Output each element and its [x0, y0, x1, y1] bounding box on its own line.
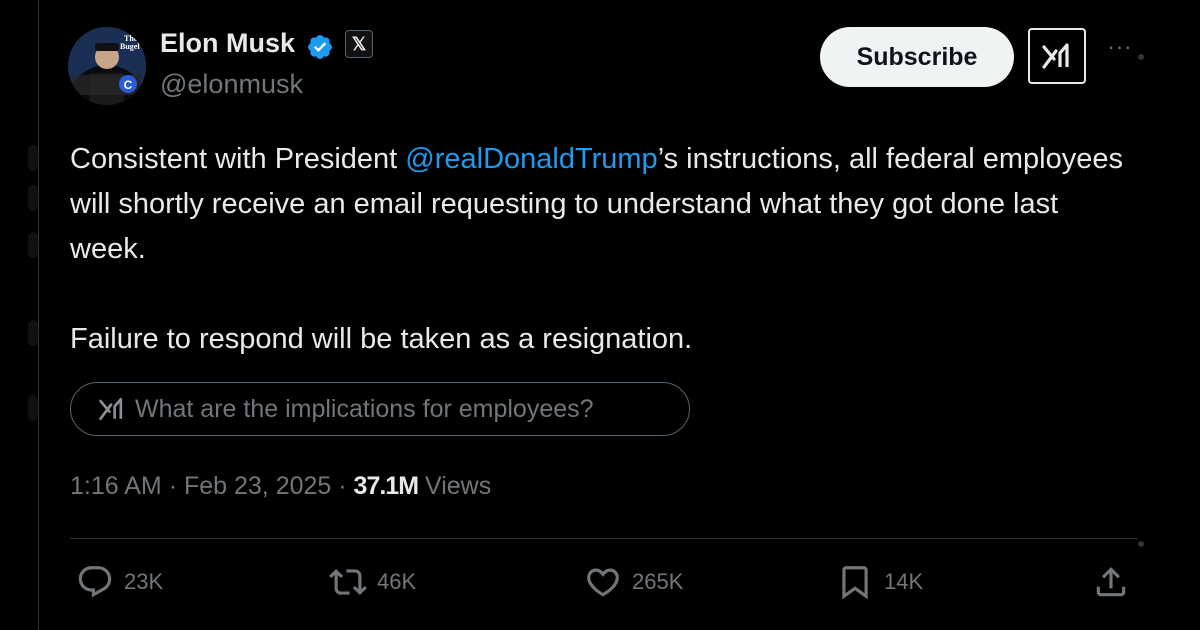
- like-button[interactable]: 265K: [584, 563, 683, 601]
- divider: [70, 538, 1138, 539]
- like-count: 265K: [632, 569, 684, 594]
- reply-icon: [78, 566, 112, 598]
- mention-link[interactable]: @realDonaldTrump: [405, 143, 657, 175]
- tweet-date[interactable]: Feb 23, 2025: [184, 472, 331, 500]
- reply-count: 23K: [124, 569, 164, 594]
- subscribe-button[interactable]: Subscribe: [820, 27, 1014, 87]
- svg-text:C: C: [124, 78, 133, 92]
- right-sidebar-edge: [1136, 0, 1200, 630]
- grok-question-chip[interactable]: What are the implications for employees?: [70, 382, 690, 436]
- sidebar-fragment: [1138, 541, 1144, 547]
- repost-icon: [329, 569, 367, 595]
- more-icon[interactable]: ···: [1104, 34, 1136, 59]
- sidebar-fragment: [1138, 54, 1144, 60]
- like-icon: [587, 568, 619, 597]
- left-sidebar-edge: [0, 0, 39, 630]
- sidebar-fragment: [28, 320, 38, 346]
- repost-button[interactable]: 46K: [329, 563, 416, 601]
- sidebar-fragment: [28, 395, 38, 421]
- avatar[interactable]: C The Bugel: [68, 27, 146, 105]
- avatar-image: C The Bugel: [68, 27, 146, 105]
- tweet-paragraph-2: Failure to respond will be taken as a re…: [70, 323, 693, 355]
- sidebar-fragment: [28, 145, 38, 171]
- views-label: Views: [424, 472, 492, 500]
- tweet-meta: 1:16 AM · Feb 23, 2025 · 37.1M Views: [70, 472, 491, 501]
- meta-separator: ·: [168, 472, 178, 500]
- bookmark-count: 14K: [884, 569, 924, 594]
- sidebar-fragment: [28, 185, 38, 211]
- tweet-text-segment: Consistent with President: [70, 143, 406, 175]
- grok-icon: [99, 397, 123, 421]
- tweet-paragraph-1: Consistent with President @realDonaldTru…: [70, 137, 1140, 272]
- svg-text:Bugel: Bugel: [120, 42, 140, 51]
- grok-icon[interactable]: [1028, 28, 1086, 84]
- author-name[interactable]: Elon Musk: [160, 28, 295, 59]
- reply-button[interactable]: 23K: [76, 563, 163, 601]
- verified-badge-icon: [308, 35, 332, 59]
- x-logo-icon: 𝕏: [345, 30, 373, 58]
- bookmark-icon: [842, 566, 868, 600]
- share-icon: [1096, 567, 1126, 597]
- tweet-body: Consistent with President @realDonaldTru…: [70, 137, 1140, 362]
- meta-separator: ·: [338, 472, 347, 500]
- tweet-time[interactable]: 1:16 AM: [70, 472, 162, 500]
- share-button[interactable]: [1092, 563, 1130, 601]
- author-handle[interactable]: @elonmusk: [160, 69, 303, 100]
- views-count: 37.1M: [353, 472, 419, 500]
- bookmark-button[interactable]: 14K: [836, 563, 923, 601]
- sidebar-fragment: [28, 232, 38, 258]
- repost-count: 46K: [377, 569, 417, 594]
- grok-question-label: What are the implications for employees?: [135, 394, 594, 423]
